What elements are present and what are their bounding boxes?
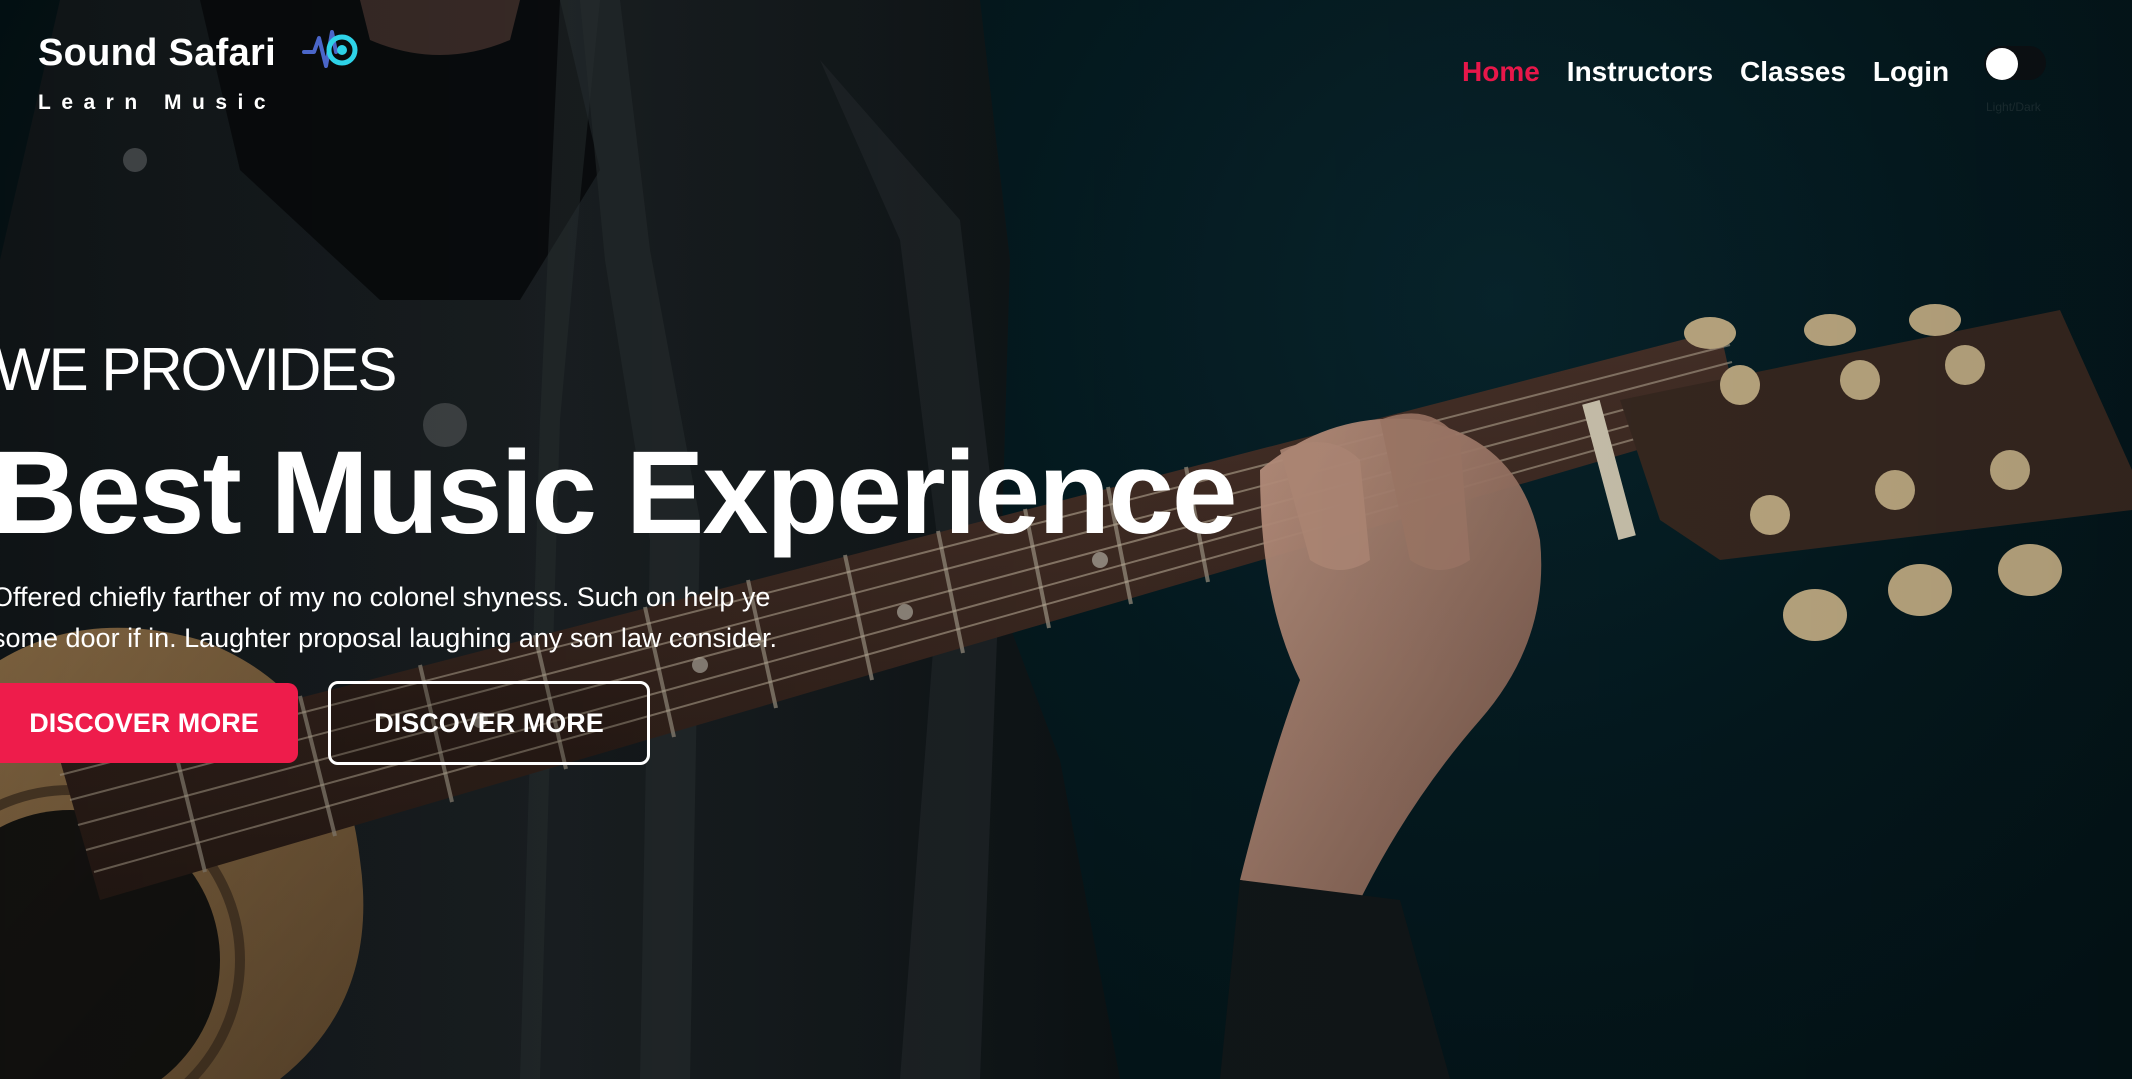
brand-name: Sound Safari [38, 32, 276, 74]
hero-section: Sound Safari Learn Music Home Instructor… [0, 0, 2132, 1079]
theme-toggle-knob [1986, 48, 2018, 80]
hero-eyebrow: WE PROVIDES [0, 336, 397, 403]
discover-more-button[interactable]: DISCOVER MORE [0, 683, 298, 763]
nav-classes[interactable]: Classes [1740, 56, 1846, 88]
hero-lead: Offered chiefly farther of my no colonel… [0, 577, 812, 659]
nav-instructors[interactable]: Instructors [1567, 56, 1713, 88]
hero-lead-line-2: some door if in. Laughter proposal laugh… [0, 623, 777, 653]
site-header: Sound Safari Learn Music Home Instructor… [0, 0, 2132, 150]
nav-login[interactable]: Login [1873, 56, 1949, 88]
brand[interactable]: Sound Safari Learn Music [38, 29, 360, 115]
hero-lead-line-1: Offered chiefly farther of my no colonel… [0, 582, 771, 612]
theme-toggle[interactable] [1984, 46, 2046, 80]
music-wave-logo-icon [302, 29, 358, 68]
theme-toggle-label: Light/Dark [1986, 100, 2041, 114]
brand-tagline: Learn Music [38, 91, 277, 114]
hero-headline: Best Music Experience [0, 427, 1237, 559]
main-nav: Home Instructors Classes Login [1462, 56, 1949, 88]
discover-more-outline-button[interactable]: DISCOVER MORE [328, 681, 650, 765]
nav-home[interactable]: Home [1462, 56, 1540, 88]
